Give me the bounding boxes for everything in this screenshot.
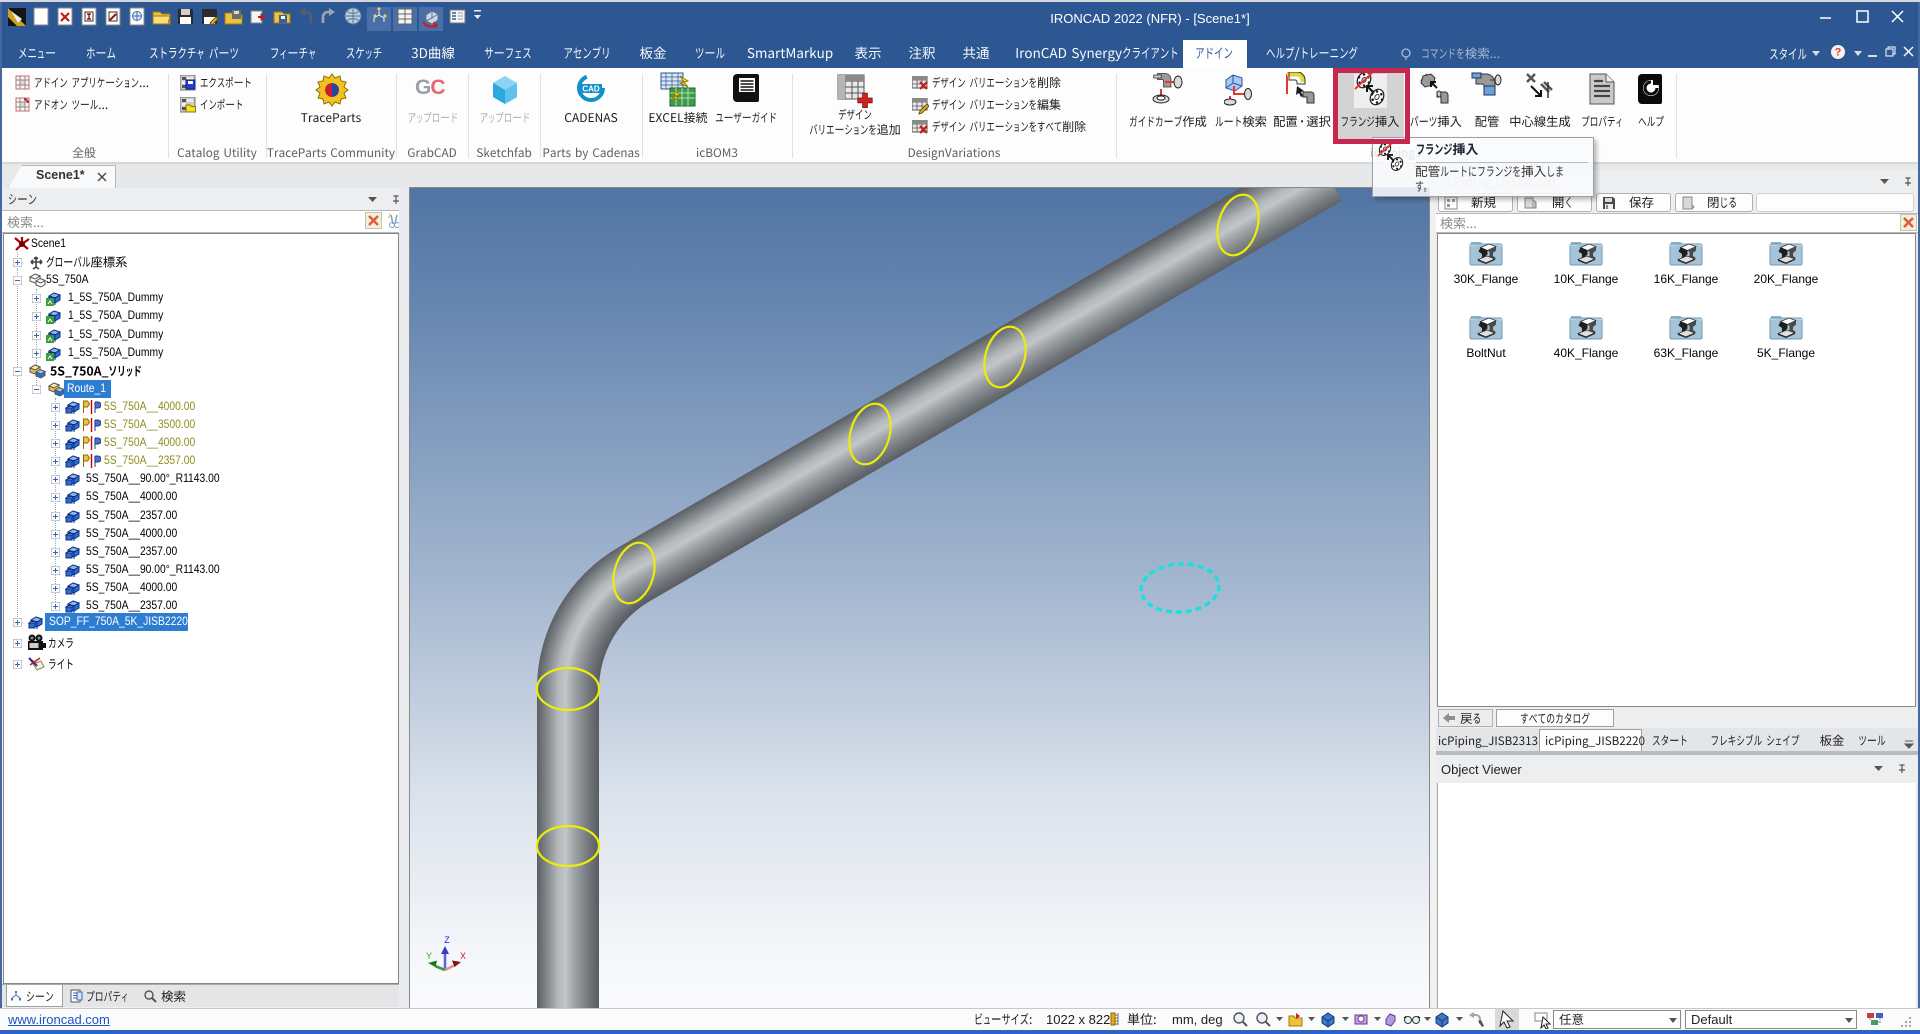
svg-text:X: X (460, 951, 466, 961)
svg-text:Z: Z (444, 935, 450, 945)
svg-text:CAD: CAD (582, 85, 600, 94)
svg-text:?: ? (1835, 47, 1842, 59)
svg-text:Y: Y (426, 951, 432, 961)
